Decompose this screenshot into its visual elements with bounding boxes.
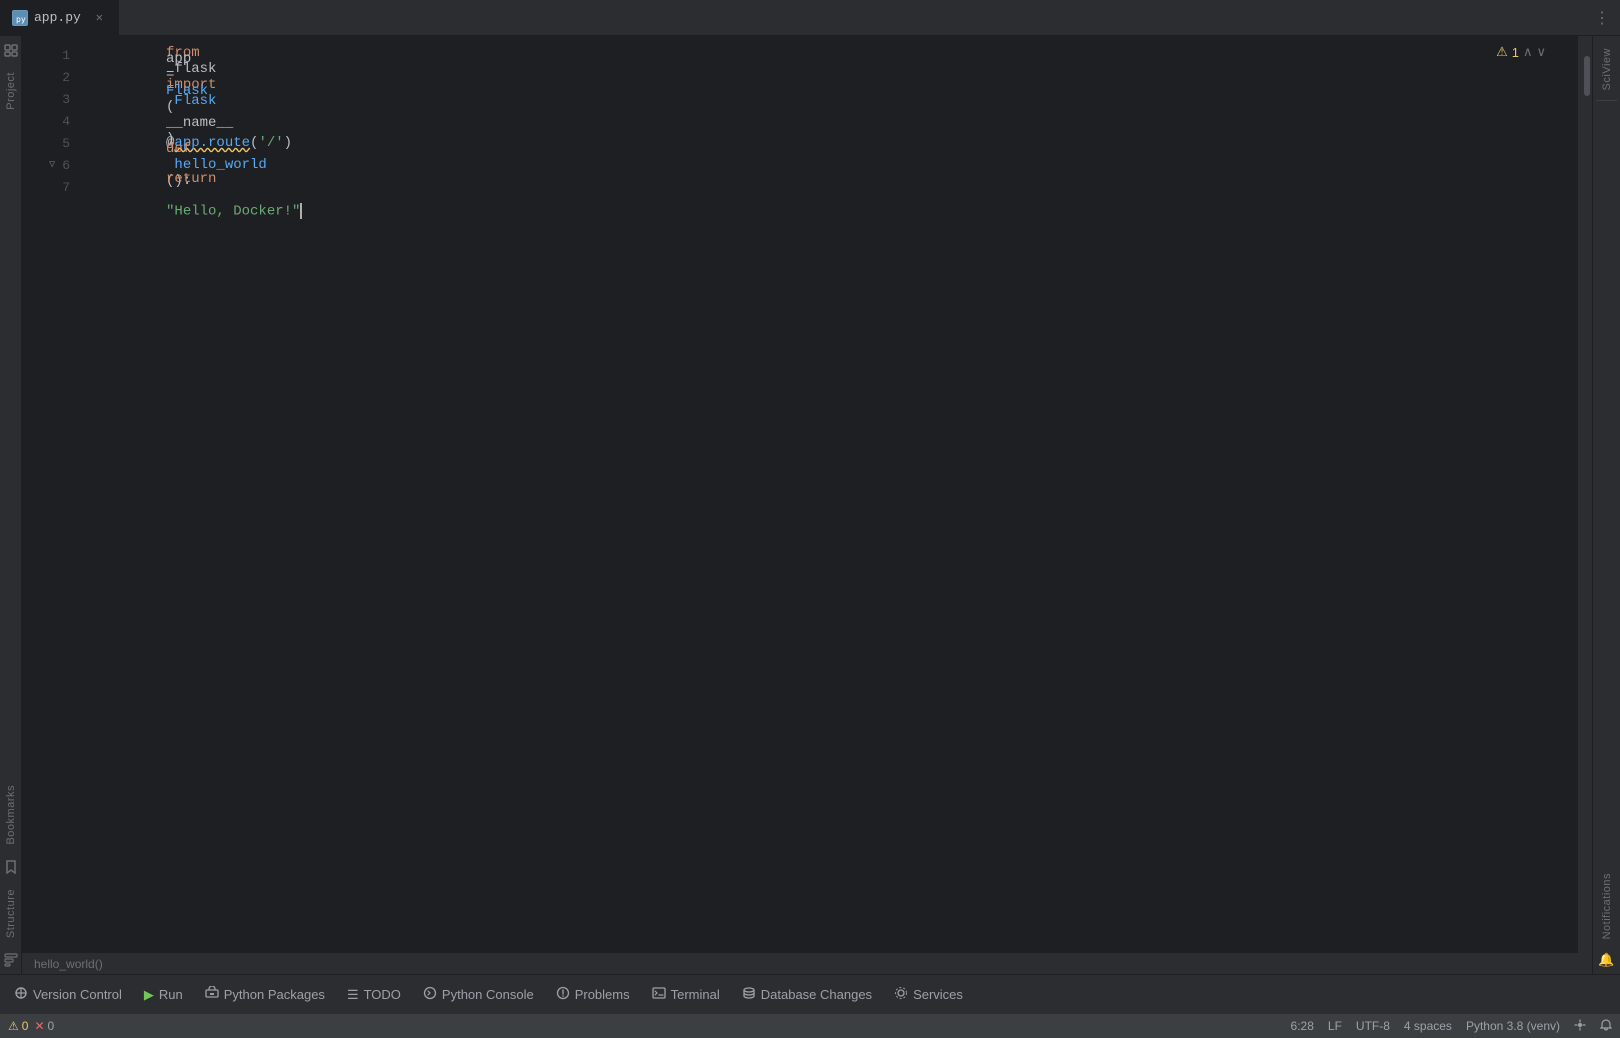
sciview-label[interactable]: SciView <box>1601 40 1613 98</box>
toolbar-run[interactable]: ▶ Run <box>134 980 193 1010</box>
project-icon[interactable] <box>3 42 19 58</box>
line-number-6: ▽ 6 <box>22 158 82 173</box>
toolbar-terminal[interactable]: Terminal <box>642 980 730 1010</box>
punc-eq: = <box>166 67 183 83</box>
structure-label[interactable]: Structure <box>2 881 20 946</box>
status-warning-count: 0 <box>22 1019 29 1033</box>
status-indent[interactable]: 4 spaces <box>1404 1019 1452 1033</box>
database-changes-label: Database Changes <box>761 987 872 1002</box>
bottom-toolbar: Version Control ▶ Run Python Packages ☰ … <box>0 974 1620 1014</box>
text-cursor <box>300 203 302 219</box>
python-packages-icon <box>205 986 219 1003</box>
line-number-2: 2 <box>22 70 82 85</box>
warning-icon: ⚠ <box>1496 44 1508 60</box>
keyword-return: return <box>166 171 216 187</box>
version-control-icon <box>14 986 28 1003</box>
tab-app-py[interactable]: py app.py ✕ <box>0 0 120 35</box>
line-number-4: 4 <box>22 114 82 129</box>
line-code-7: return "Hello, Docker!" <box>82 139 1572 236</box>
left-panel: Project Bookmarks Structure <box>0 36 22 974</box>
editor-area: 1 2 from flask import Flask 3 <box>22 36 1592 974</box>
todo-icon: ☰ <box>347 987 359 1003</box>
tab-close-button[interactable]: ✕ <box>92 8 107 27</box>
status-position[interactable]: 6:28 <box>1291 1019 1314 1033</box>
status-warning[interactable]: ⚠ 0 <box>8 1019 28 1033</box>
database-changes-icon <box>742 986 756 1003</box>
python-console-icon <box>423 986 437 1003</box>
bookmarks-icon[interactable] <box>3 859 19 875</box>
class-flask-call: Flask <box>166 83 208 99</box>
toolbar-services[interactable]: Services <box>884 980 973 1010</box>
python-packages-label: Python Packages <box>224 987 325 1002</box>
problems-label: Problems <box>575 987 630 1002</box>
tab-file-icon: py <box>12 10 28 26</box>
line-number-5: 5 <box>22 136 82 151</box>
tab-filename: app.py <box>34 10 81 25</box>
services-label: Services <box>913 987 963 1002</box>
run-icon: ▶ <box>144 987 154 1003</box>
code-line-7: ▽ 7 return "Hello, Docker!" <box>22 176 1592 198</box>
code-line-3: 3 app = Flask ( __name__ ) <box>22 88 1592 110</box>
status-left: ⚠ 0 ✕ 0 <box>8 1019 54 1033</box>
warning-count: 1 <box>1512 45 1519 60</box>
line-number-1: 1 <box>22 48 82 63</box>
project-label[interactable]: Project <box>2 64 20 118</box>
right-divider <box>1596 100 1618 101</box>
toolbar-python-packages[interactable]: Python Packages <box>195 980 335 1010</box>
main-area: Project Bookmarks Structure 1 <box>0 36 1620 974</box>
terminal-label: Terminal <box>671 987 720 1002</box>
status-errors[interactable]: ✕ 0 <box>34 1019 54 1033</box>
tab-bar: py app.py ✕ ⋮ <box>0 0 1620 36</box>
status-line-ending[interactable]: LF <box>1328 1019 1342 1033</box>
return-string: "Hello, Docker!" <box>166 203 300 219</box>
warning-chevron-up[interactable]: ∧ <box>1523 44 1533 60</box>
function-name: hello_world() <box>34 957 103 971</box>
bookmarks-label[interactable]: Bookmarks <box>2 777 20 853</box>
status-encoding[interactable]: UTF-8 <box>1356 1019 1390 1033</box>
indent-spaces <box>166 155 200 171</box>
run-label: Run <box>159 987 183 1002</box>
svg-text:py: py <box>16 15 26 24</box>
status-error-icon: ✕ <box>34 1019 44 1033</box>
toolbar-todo[interactable]: ☰ TODO <box>337 980 411 1010</box>
status-right: 6:28 LF UTF-8 4 spaces Python 3.8 (venv) <box>1291 1019 1612 1034</box>
var-app: app <box>166 51 200 67</box>
toolbar-python-console[interactable]: Python Console <box>413 980 544 1010</box>
services-icon <box>894 986 908 1003</box>
version-control-label: Version Control <box>33 987 122 1002</box>
structure-icon[interactable] <box>3 952 19 968</box>
toolbar-problems[interactable]: Problems <box>546 980 640 1010</box>
line-number-7: ▽ 7 <box>22 180 82 195</box>
code-editor[interactable]: 1 2 from flask import Flask 3 <box>22 36 1592 952</box>
status-git-icon[interactable] <box>1574 1019 1586 1034</box>
todo-label: TODO <box>364 987 401 1002</box>
status-error-count: 0 <box>48 1019 55 1033</box>
notification-bell-icon[interactable]: 🔔 <box>1598 947 1614 974</box>
toolbar-version-control[interactable]: Version Control <box>4 980 132 1010</box>
scrollbar-gutter[interactable] <box>1578 36 1592 974</box>
line-number-3: 3 <box>22 92 82 107</box>
notifications-label[interactable]: Notifications <box>1601 865 1613 947</box>
toolbar-database-changes[interactable]: Database Changes <box>732 980 882 1010</box>
space <box>166 187 174 203</box>
fold-icon-6[interactable]: ▽ <box>46 159 58 171</box>
terminal-icon <box>652 986 666 1003</box>
problems-icon <box>556 986 570 1003</box>
right-sidebar: SciView Notifications 🔔 <box>1592 36 1620 974</box>
warning-indicator[interactable]: ⚠ 1 ∧ ∨ <box>1496 44 1546 60</box>
fold-icon-7: ▽ <box>46 181 58 193</box>
tab-more-button[interactable]: ⋮ <box>1584 8 1620 28</box>
warning-chevron-down[interactable]: ∨ <box>1536 44 1546 60</box>
scrollbar-thumb[interactable] <box>1584 56 1590 96</box>
status-warning-icon: ⚠ <box>8 1019 19 1033</box>
python-console-label: Python Console <box>442 987 534 1002</box>
status-bar: ⚠ 0 ✕ 0 6:28 LF UTF-8 4 spaces Python 3.… <box>0 1014 1620 1038</box>
status-notification-icon[interactable] <box>1600 1019 1612 1034</box>
status-language[interactable]: Python 3.8 (venv) <box>1466 1019 1560 1033</box>
function-bar: hello_world() <box>22 952 1592 974</box>
